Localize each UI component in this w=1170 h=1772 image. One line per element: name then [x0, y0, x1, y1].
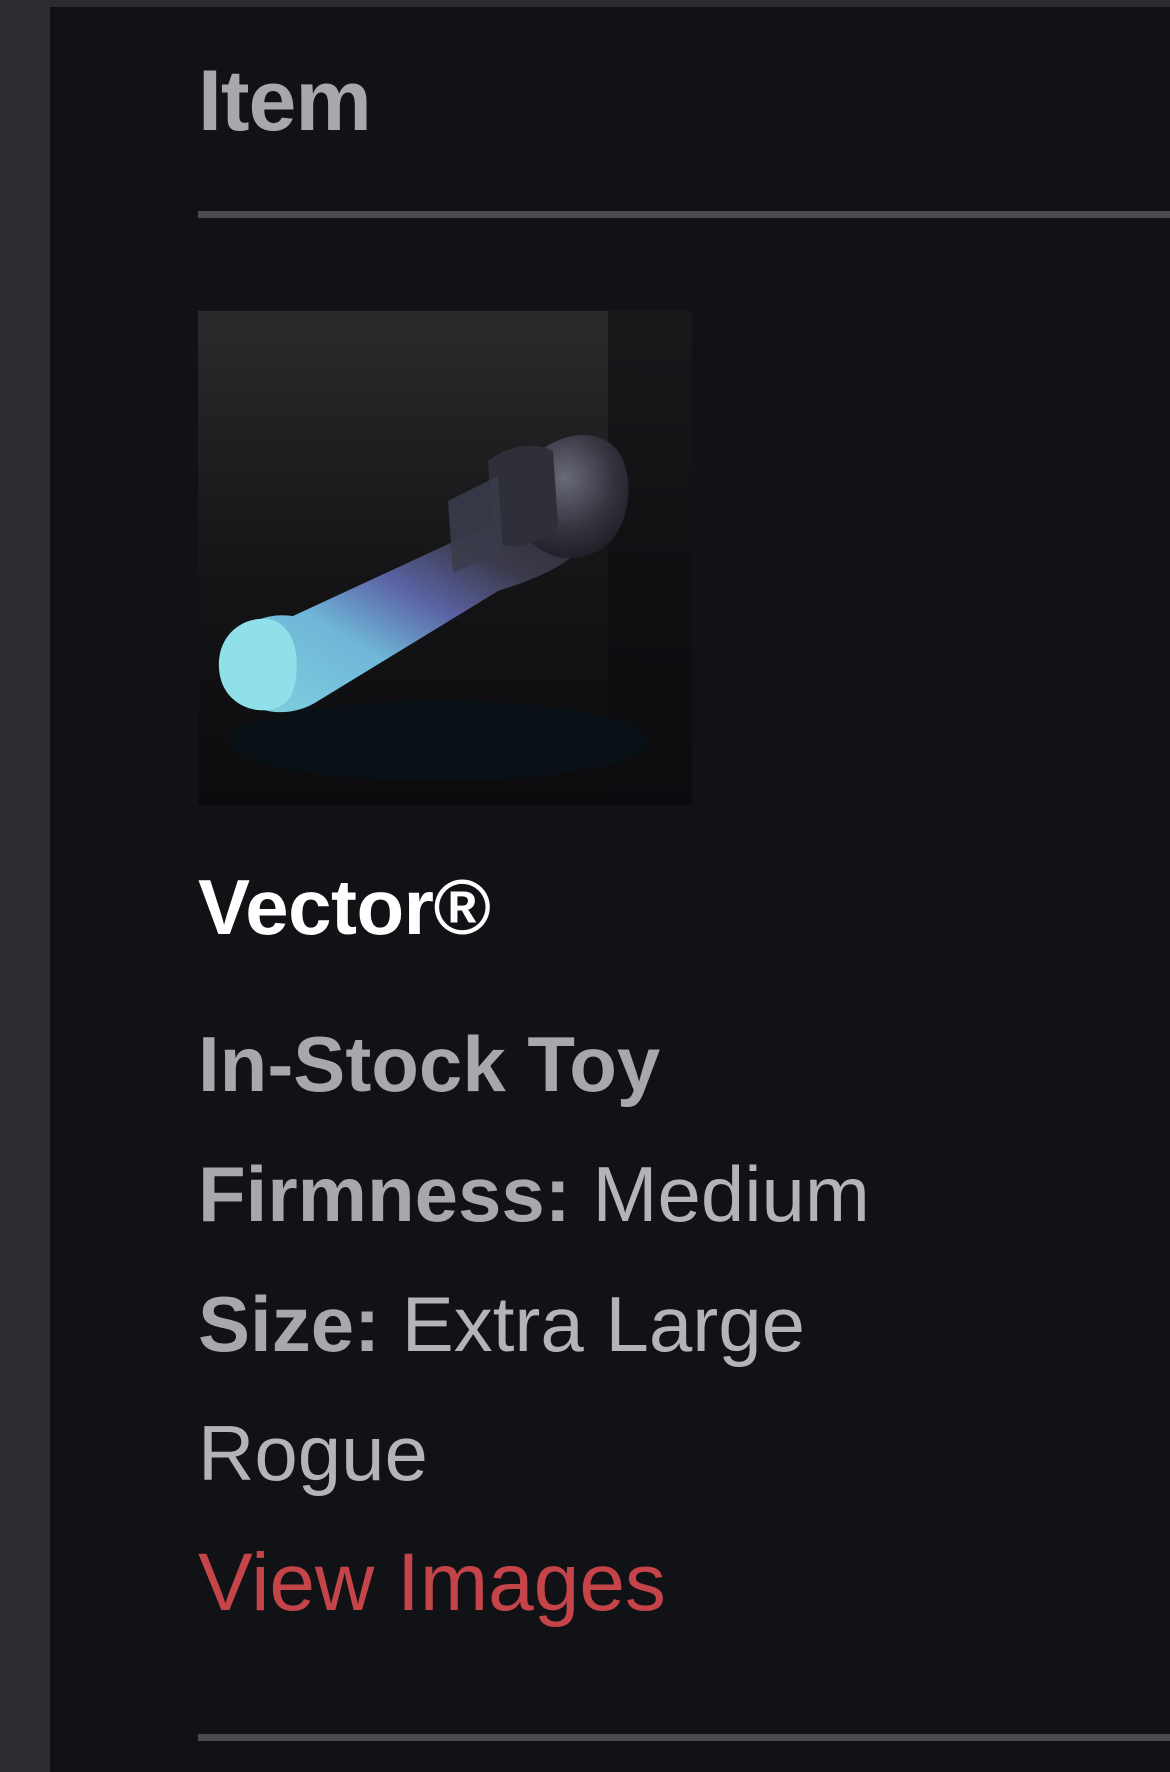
size-label: Size: [198, 1280, 381, 1368]
item-column-header: Item [198, 53, 372, 149]
product-image [198, 311, 692, 805]
firmness-row: Firmness: Medium [198, 1155, 870, 1233]
view-images-link[interactable]: View Images [198, 1542, 666, 1624]
firmness-value: Medium [592, 1150, 870, 1238]
variant-label: Rogue [198, 1409, 428, 1497]
size-row: Size: Extra Large [198, 1285, 805, 1363]
availability-label: In-Stock Toy [198, 1020, 661, 1108]
header-divider [198, 211, 1170, 218]
left-rail [0, 7, 50, 1772]
size-value: Extra Large [401, 1280, 805, 1368]
product-thumbnail[interactable] [198, 311, 692, 805]
product-name: Vector® [198, 863, 491, 951]
top-bar [0, 0, 1170, 7]
firmness-label: Firmness: [198, 1150, 571, 1238]
item-divider [198, 1734, 1170, 1741]
